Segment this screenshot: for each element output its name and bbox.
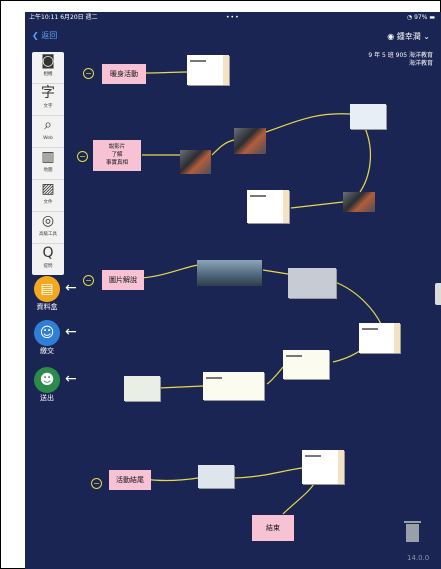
trash-icon[interactable] <box>404 521 421 542</box>
connector <box>265 113 351 133</box>
connector <box>211 139 235 156</box>
node-end-activity-label: 活動結尾 <box>116 476 144 484</box>
connector <box>266 366 284 385</box>
connector <box>282 481 316 515</box>
card-title-line <box>286 355 302 357</box>
image-card[interactable] <box>198 465 234 488</box>
collapse-button[interactable]: − <box>77 151 88 162</box>
doc-card[interactable] <box>187 55 229 85</box>
connector <box>359 127 371 193</box>
connector <box>158 385 204 389</box>
image-card[interactable] <box>197 260 262 286</box>
collapse-button[interactable]: − <box>83 275 94 286</box>
image-card[interactable] <box>350 104 386 129</box>
node-warmup[interactable]: 暖身活動 <box>102 64 146 84</box>
doc-card[interactable] <box>359 323 400 353</box>
card-title-line <box>305 455 321 457</box>
collapse-button[interactable]: − <box>91 478 102 489</box>
node-end[interactable]: 結束 <box>252 515 294 541</box>
connector <box>234 467 303 479</box>
image-card[interactable] <box>288 268 336 298</box>
image-card[interactable] <box>124 376 160 401</box>
doc-card[interactable] <box>203 372 264 400</box>
connector <box>334 281 382 325</box>
doc-card[interactable] <box>283 350 329 379</box>
collapse-button[interactable]: − <box>83 68 94 79</box>
app-canvas: 上午10:11 6月20日 週二 ••• ◔ 97% ▬ ❮ 返回 ◉ 鍾幸潤 … <box>25 12 441 569</box>
connector <box>290 201 344 209</box>
connector <box>141 264 199 279</box>
image-card[interactable] <box>180 150 211 174</box>
doc-card[interactable] <box>302 450 344 484</box>
side-panel-handle[interactable] <box>435 283 441 305</box>
connector <box>262 269 289 275</box>
node-image-explain[interactable]: 圖片解說 <box>102 270 144 290</box>
node-warmup-label: 暖身活動 <box>110 70 138 78</box>
app-version: 14.0.0 <box>407 554 430 562</box>
image-card[interactable] <box>343 192 375 212</box>
card-title-line <box>362 328 378 330</box>
card-side-bar <box>394 323 400 353</box>
card-side-bar <box>338 450 344 484</box>
card-title-line <box>190 60 206 62</box>
node-video[interactable]: 說影片 了解 事實真相 <box>93 140 141 171</box>
image-card[interactable] <box>234 128 266 154</box>
node-image-explain-label: 圖片解說 <box>109 276 137 284</box>
connector <box>142 71 188 74</box>
node-end-label: 結束 <box>266 524 280 532</box>
card-side-bar <box>283 190 289 223</box>
doc-card[interactable] <box>247 190 289 223</box>
node-end-activity[interactable]: 活動結尾 <box>109 470 151 490</box>
connector <box>142 477 199 482</box>
card-side-bar <box>223 55 229 85</box>
card-title-line <box>250 195 266 197</box>
card-title-line <box>206 377 222 379</box>
node-video-label: 說影片 了解 事實真相 <box>105 144 128 166</box>
